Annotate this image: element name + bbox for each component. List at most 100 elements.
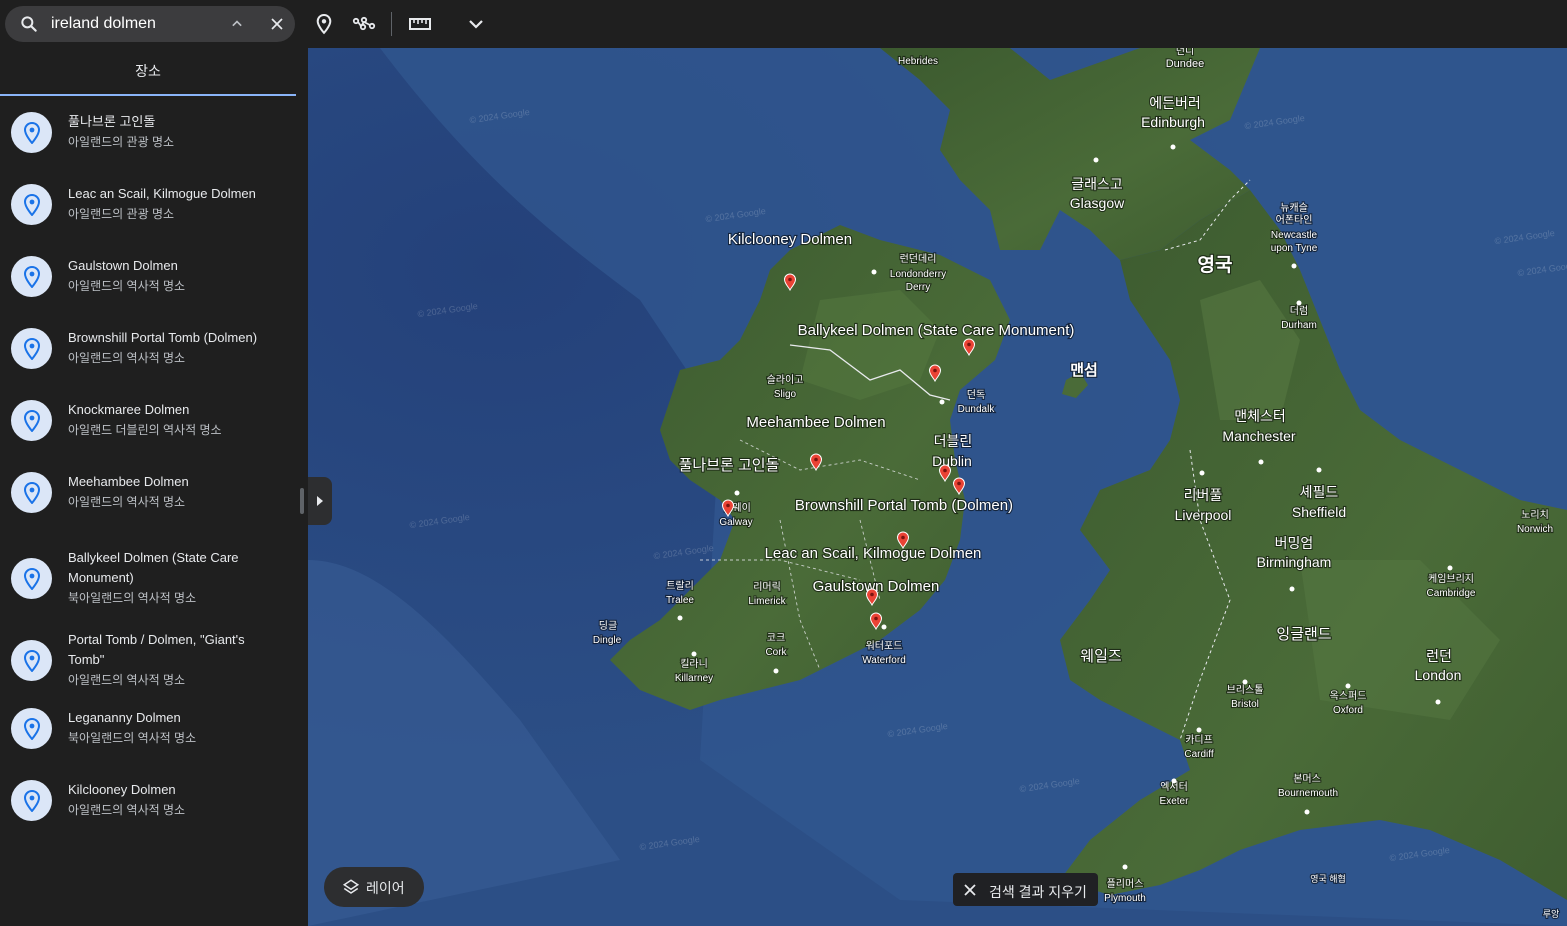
result-title: 풀나브론 고인돌: [68, 114, 156, 129]
dolmen-label[interactable]: Kilclooney Dolmen: [727, 230, 853, 249]
dolmen-pin[interactable]: [962, 338, 976, 357]
city-dot: [691, 651, 697, 657]
result-title: Gaulstown Dolmen: [68, 258, 178, 273]
city-dot: [1093, 157, 1099, 163]
city-dot: [1242, 679, 1248, 685]
tab-places[interactable]: 장소: [0, 48, 296, 96]
place-label: Waterford: [862, 655, 906, 666]
ruler-icon[interactable]: [408, 12, 432, 36]
result-title: Meehambee Dolmen: [68, 474, 189, 489]
result-subtitle: 아일랜드의 역사적 명소: [68, 673, 186, 687]
place-label: Dublin: [932, 453, 972, 469]
dolmen-label[interactable]: 풀나브론 고인돌: [678, 456, 781, 475]
result-title: Ballykeel Dolmen (State Care Monument): [68, 550, 239, 585]
layers-button[interactable]: 레이어: [324, 867, 424, 907]
chevron-down-icon[interactable]: [464, 12, 488, 36]
result-item[interactable]: Knockmaree Dolmen 아일랜드 더블린의 역사적 명소: [0, 400, 296, 441]
place-label: Edinburgh: [1141, 114, 1205, 130]
location-pin-icon: [11, 400, 52, 441]
place-label: 영국 해협: [1310, 873, 1346, 884]
result-item[interactable]: Gaulstown Dolmen 아일랜드의 역사적 명소: [0, 256, 296, 297]
place-label: Liverpool: [1175, 507, 1232, 523]
result-title: Knockmaree Dolmen: [68, 402, 190, 417]
city-dot: [881, 624, 887, 630]
search-box[interactable]: [5, 6, 295, 42]
dolmen-pin-dot: [870, 592, 874, 597]
dolmen-pin-dot: [943, 468, 947, 473]
satellite-map[interactable]: Hebrides 던디 Dundee 에든버러 Edinburgh 글래스고 Glasgow…: [308, 48, 1567, 926]
place-label: 런던: [1426, 648, 1452, 664]
search-results-sidebar: 장소 풀나브론 고인돌 아일랜드의 관광 명소 Leac an Scail, Kil…: [0, 48, 308, 926]
top-toolbar: [0, 0, 1567, 48]
dolmen-label[interactable]: Leac an Scail, Kilmogue Dolmen: [764, 544, 983, 563]
place-label: Cork: [765, 647, 787, 658]
dolmen-pin[interactable]: [783, 273, 797, 292]
toolbar-divider: [391, 12, 392, 36]
place-label: 맨체스터: [1234, 408, 1286, 424]
place-label: Sligo: [774, 389, 797, 400]
location-pin-icon: [11, 112, 52, 153]
dolmen-pin[interactable]: [809, 453, 823, 472]
country-label: 영국: [1198, 254, 1233, 276]
result-title: Brownshill Portal Tomb (Dolmen): [68, 330, 258, 345]
search-input[interactable]: [51, 12, 221, 36]
google-watermark: © 2024 Google: [417, 301, 478, 319]
place-label: 본머스: [1293, 773, 1321, 785]
place-label: 에든버러: [1149, 95, 1201, 111]
chevron-up-icon[interactable]: [227, 14, 247, 34]
dolmen-label[interactable]: Brownshill Portal Tomb (Dolmen): [794, 496, 1014, 515]
add-placemark-icon[interactable]: [312, 12, 336, 36]
dolmen-pin[interactable]: [869, 612, 883, 631]
result-item[interactable]: Brownshill Portal Tomb (Dolmen) 아일랜드의 역사적…: [0, 328, 296, 369]
dolmen-pin[interactable]: [938, 464, 952, 483]
place-label: Newcastle: [1271, 230, 1318, 241]
place-label: Killarney: [675, 673, 713, 684]
result-subtitle: 아일랜드의 역사적 명소: [68, 495, 186, 509]
result-item[interactable]: Portal Tomb / Dolmen, "Giant's Tomb" 아일랜드…: [0, 630, 296, 690]
sidebar-resize-handle[interactable]: [300, 488, 304, 514]
result-item[interactable]: 풀나브론 고인돌 아일랜드의 관광 명소: [0, 112, 296, 153]
place-label: 플리머스: [1107, 878, 1144, 890]
place-label: 루앙: [1543, 908, 1560, 919]
place-label: 워터포드: [866, 639, 903, 652]
place-label: 리머릭: [753, 581, 781, 593]
place-label: 슬라이고: [767, 374, 804, 386]
location-pin-icon: [11, 640, 52, 681]
clear-results-label: 검색 결과 지우기: [989, 884, 1087, 900]
dolmen-pin[interactable]: [928, 364, 942, 383]
city-dot: [939, 399, 945, 405]
place-label: 글래스고: [1071, 176, 1123, 192]
city-dot: [1304, 809, 1310, 815]
collapse-sidebar-button[interactable]: [308, 477, 332, 525]
result-item[interactable]: Meehambee Dolmen 아일랜드의 역사적 명소: [0, 472, 296, 513]
layers-icon: [342, 879, 360, 894]
google-watermark: © 2024 Google: [1494, 228, 1555, 246]
place-label: 옥스퍼드: [1330, 690, 1367, 702]
chevron-right-icon: [317, 496, 323, 506]
location-pin-icon: [11, 780, 52, 821]
result-item[interactable]: Leac an Scail, Kilmogue Dolmen 아일랜드의 관광 명…: [0, 184, 296, 225]
result-item[interactable]: Ballykeel Dolmen (State Care Monument) 북아…: [0, 548, 296, 608]
google-watermark: © 2024 Google: [409, 512, 470, 530]
dolmen-pin-dot: [933, 368, 937, 373]
dolmen-pin[interactable]: [865, 588, 879, 607]
result-title: Legananny Dolmen: [68, 710, 181, 725]
city-dot: [1199, 470, 1205, 476]
add-path-icon[interactable]: [352, 12, 376, 36]
result-item[interactable]: Legananny Dolmen 북아일랜드의 역사적 명소: [0, 708, 296, 749]
result-subtitle: 북아일랜드의 역사적 명소: [68, 591, 197, 605]
city-dot: [734, 490, 740, 496]
dolmen-label[interactable]: Ballykeel Dolmen (State Care Monument): [797, 321, 1076, 340]
result-item[interactable]: Kilclooney Dolmen 아일랜드의 역사적 명소: [0, 780, 296, 821]
dolmen-label[interactable]: Meehambee Dolmen: [745, 413, 886, 432]
result-subtitle: 아일랜드의 역사적 명소: [68, 279, 186, 293]
dolmen-pin[interactable]: [952, 477, 966, 496]
region-label: 잉글랜드: [1276, 626, 1331, 643]
region-label: 웨일즈: [1080, 648, 1122, 665]
search-icon[interactable]: [19, 14, 39, 34]
clear-results-button[interactable]: 검색 결과 지우기: [953, 873, 1098, 906]
close-icon[interactable]: [267, 14, 287, 34]
place-label: Hebrides: [898, 56, 938, 67]
google-watermark: © 2024 Google: [1019, 776, 1080, 794]
result-title: Portal Tomb / Dolmen, "Giant's Tomb": [68, 632, 245, 667]
